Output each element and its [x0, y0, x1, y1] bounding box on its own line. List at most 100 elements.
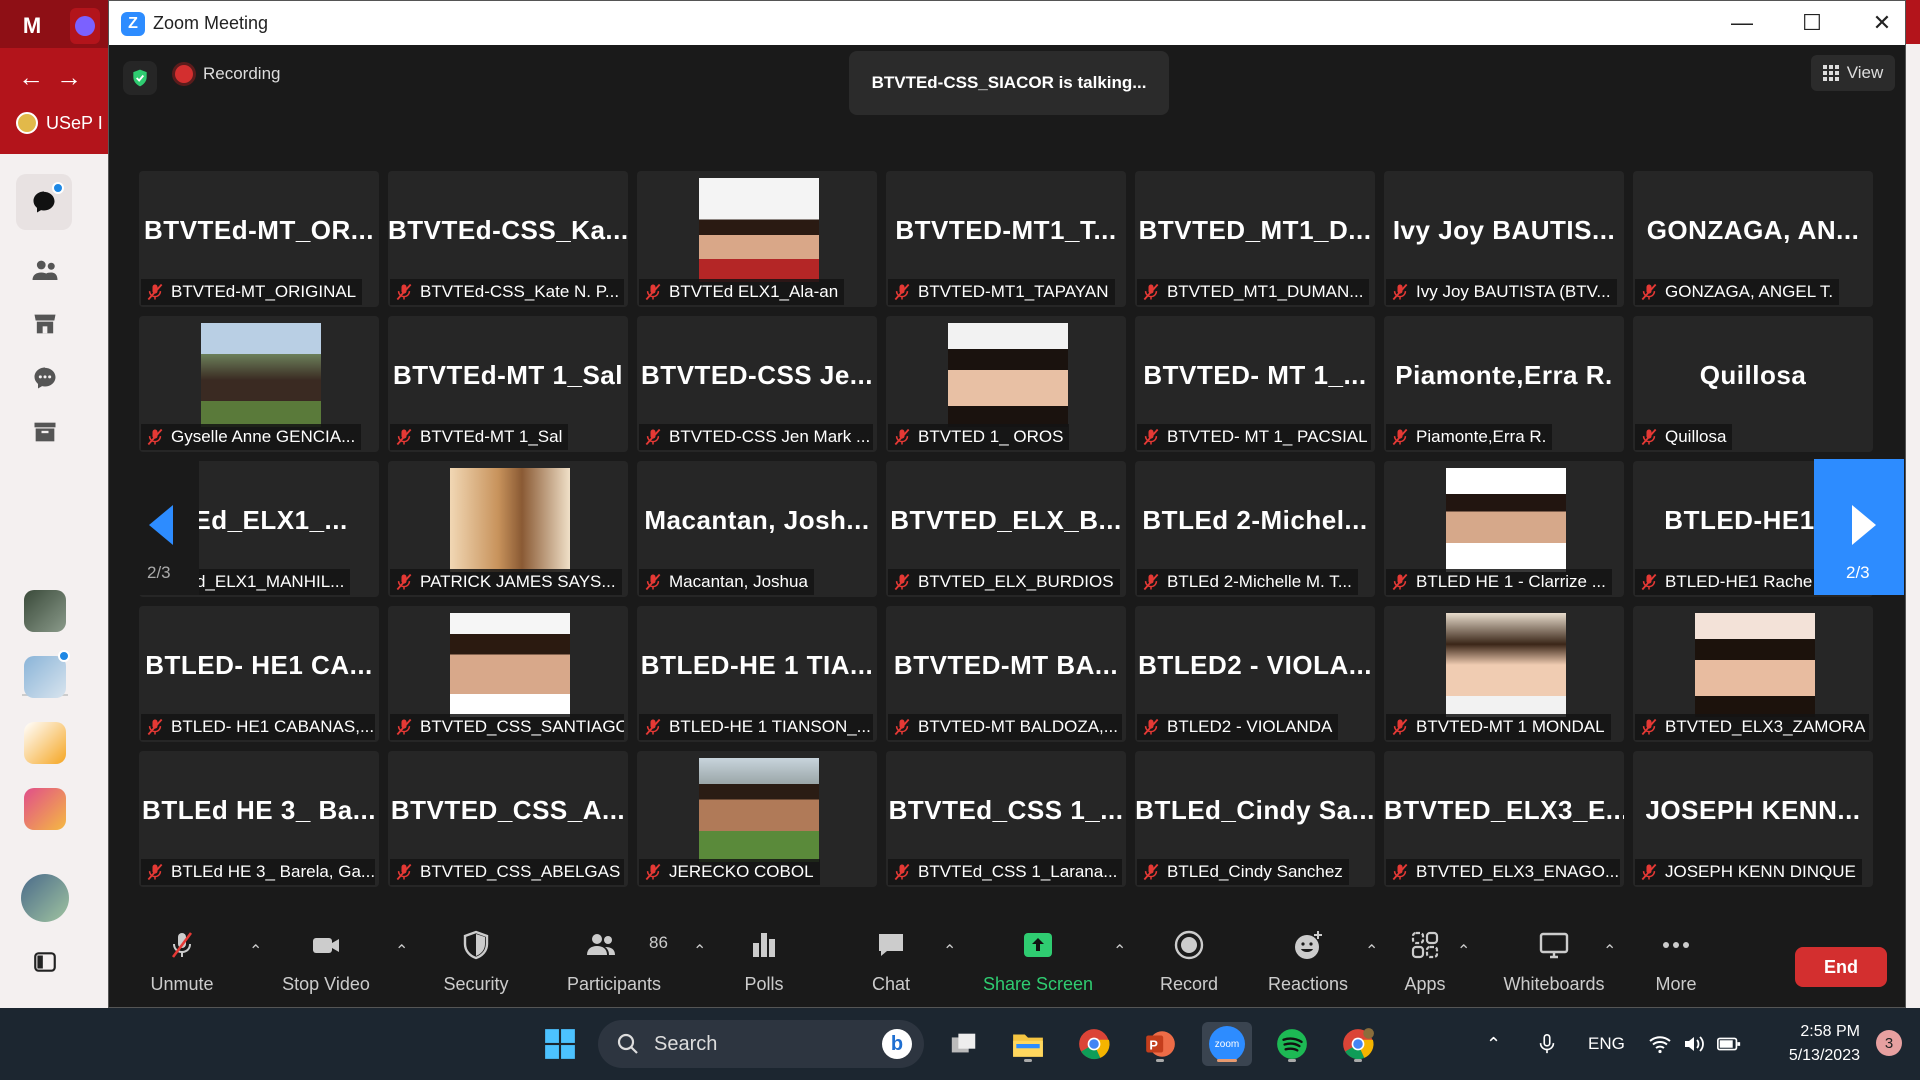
- participant-tile[interactable]: Quillosa Quillosa: [1633, 316, 1873, 452]
- chat-button[interactable]: Chat: [851, 925, 931, 995]
- participant-tile[interactable]: BTVTEd ELX1_Ala-an: [637, 171, 877, 307]
- participant-tile[interactable]: Macantan, Josh... Macantan, Joshua: [637, 461, 877, 597]
- participant-tile[interactable]: BTVTED-MT1_T... BTVTED-MT1_TAPAYAN: [886, 171, 1126, 307]
- chrome-profile-button[interactable]: [1336, 1022, 1380, 1066]
- participant-tile[interactable]: BTVTED_ELX3_E... BTVTED_ELX3_ENAGO...: [1384, 751, 1624, 887]
- participant-tile[interactable]: BTVTEd-CSS_Ka... BTVTEd-CSS_Kate N. P...: [388, 171, 628, 307]
- participant-tile[interactable]: GONZAGA, AN... GONZAGA, ANGEL T.: [1633, 171, 1873, 307]
- back-arrow-icon[interactable]: ←: [18, 62, 44, 93]
- microphone-tray-button[interactable]: [1536, 1008, 1558, 1080]
- participant-tile[interactable]: BTLEd HE 3_ Ba... BTLEd HE 3_ Barela, Ga.…: [139, 751, 379, 887]
- share-options-chevron-icon[interactable]: ⌃: [1113, 941, 1126, 961]
- participant-tile[interactable]: BTVTEd_CSS 1_... BTVTEd_CSS 1_Larana...: [886, 751, 1126, 887]
- maximize-button[interactable]: ☐: [1787, 7, 1837, 39]
- participant-tile[interactable]: BTVTED_ELX3_ZAMORA: [1633, 606, 1873, 742]
- forward-arrow-icon[interactable]: →: [56, 62, 82, 93]
- stop-video-button[interactable]: Stop Video: [261, 925, 391, 995]
- next-page-button[interactable]: 2/3: [1814, 459, 1904, 595]
- participant-tile[interactable]: JOSEPH KENN... JOSEPH KENN DINQUE: [1633, 751, 1873, 887]
- requests-icon[interactable]: [23, 356, 67, 400]
- security-label: Security: [443, 974, 509, 994]
- bing-icon[interactable]: b: [882, 1029, 912, 1059]
- chat-avatar-4[interactable]: [24, 788, 66, 830]
- people-icon[interactable]: [23, 248, 67, 292]
- video-options-chevron-icon[interactable]: ⌃: [395, 941, 408, 961]
- recording-indicator[interactable]: Recording: [175, 64, 281, 84]
- spotify-button[interactable]: [1270, 1022, 1314, 1066]
- chat-avatar-2[interactable]: [24, 650, 70, 698]
- notification-badge[interactable]: 3: [1876, 1030, 1902, 1056]
- zoom-taskbar-button[interactable]: zoom: [1202, 1022, 1252, 1066]
- participant-tile[interactable]: BTVTED_CSS_SANTIAGO: [388, 606, 628, 742]
- participant-tile[interactable]: BTVTED_ELX_B... BTVTED_ELX_BURDIOS: [886, 461, 1126, 597]
- sidebar-toggle-icon[interactable]: [23, 940, 67, 984]
- bookmark-usep[interactable]: USeP I: [16, 112, 103, 134]
- participant-tile[interactable]: BTLEd_Cindy Sa... BTLEd_Cindy Sanchez: [1135, 751, 1375, 887]
- task-view-icon: [951, 1033, 976, 1053]
- previous-page-button[interactable]: 2/3: [139, 459, 199, 595]
- messenger-tab[interactable]: [70, 8, 100, 44]
- minimize-button[interactable]: —: [1717, 7, 1767, 39]
- apps-button[interactable]: Apps: [1385, 925, 1465, 995]
- chat-avatar-3[interactable]: [24, 722, 66, 764]
- chats-icon[interactable]: [16, 174, 72, 230]
- participant-tile[interactable]: JERECKO COBOL: [637, 751, 877, 887]
- system-clock[interactable]: 2:58 PM 5/13/2023: [1770, 1020, 1860, 1068]
- participant-tile[interactable]: BTVTED-MT BA... BTVTED-MT BALDOZA,...: [886, 606, 1126, 742]
- participants-options-chevron-icon[interactable]: ⌃: [693, 941, 706, 961]
- quick-settings-button[interactable]: [1648, 1008, 1742, 1080]
- participant-tile[interactable]: Ivy Joy BAUTIS... Ivy Joy BAUTISTA (BTV..…: [1384, 171, 1624, 307]
- task-view-button[interactable]: [942, 1022, 986, 1066]
- participant-tile[interactable]: BTVTED- MT 1_... BTVTED- MT 1_ PACSIAL: [1135, 316, 1375, 452]
- participant-tile[interactable]: Gyselle Anne GENCIA...: [139, 316, 379, 452]
- participant-tile[interactable]: BTLED- HE1 CA... BTLED- HE1 CABANAS,...: [139, 606, 379, 742]
- chat-avatar-5[interactable]: [21, 874, 69, 922]
- participant-tile[interactable]: BTLED HE 1 - Clarrize ...: [1384, 461, 1624, 597]
- end-meeting-button[interactable]: End: [1795, 947, 1887, 987]
- participant-tile[interactable]: BTLED-HE 1 TIA... BTLED-HE 1 TIANSON_...: [637, 606, 877, 742]
- participant-name-large: BTVTEd_CSS 1_...: [888, 795, 1124, 825]
- participant-tile[interactable]: BTVTED_CSS_A... BTVTED_CSS_ABELGAS: [388, 751, 628, 887]
- language-indicator[interactable]: ENG: [1588, 1008, 1625, 1080]
- participant-tile[interactable]: BTVTED 1_ OROS: [886, 316, 1126, 452]
- apps-options-chevron-icon[interactable]: ⌃: [1457, 941, 1470, 961]
- gmail-tab[interactable]: M: [14, 8, 50, 44]
- reactions-button[interactable]: Reactions: [1253, 925, 1363, 995]
- security-button[interactable]: Security: [421, 925, 531, 995]
- file-explorer-button[interactable]: [1006, 1022, 1050, 1066]
- archive-icon[interactable]: [23, 410, 67, 454]
- close-button[interactable]: ✕: [1857, 7, 1907, 39]
- participants-button[interactable]: 86 Participants: [549, 925, 679, 995]
- participant-tile[interactable]: BTLED2 - VIOLA... BTLED2 - VIOLANDA: [1135, 606, 1375, 742]
- participant-tile[interactable]: BTVTED-CSS Je... BTVTED-CSS Jen Mark ...: [637, 316, 877, 452]
- share-screen-button[interactable]: Share Screen: [971, 925, 1105, 995]
- participant-tile[interactable]: BTVTED-MT 1 MONDAL: [1384, 606, 1624, 742]
- participant-video: [948, 323, 1068, 427]
- marketplace-icon[interactable]: [23, 302, 67, 346]
- polls-button[interactable]: Polls: [719, 925, 809, 995]
- participant-tile[interactable]: BTVTED_MT1_D... BTVTED_MT1_DUMAN...: [1135, 171, 1375, 307]
- whiteboards-button[interactable]: Whiteboards: [1489, 925, 1619, 995]
- view-button[interactable]: View: [1811, 55, 1895, 91]
- more-button[interactable]: More: [1631, 925, 1721, 995]
- chat-avatar-1[interactable]: [24, 590, 66, 632]
- chat-options-chevron-icon[interactable]: ⌃: [943, 941, 956, 961]
- participant-name-large: BTVTED-MT1_T...: [895, 215, 1117, 245]
- record-button[interactable]: Record: [1139, 925, 1239, 995]
- chrome-button[interactable]: [1072, 1022, 1116, 1066]
- whiteboards-options-chevron-icon[interactable]: ⌃: [1603, 941, 1616, 961]
- powerpoint-button[interactable]: P: [1138, 1022, 1182, 1066]
- reactions-options-chevron-icon[interactable]: ⌃: [1365, 941, 1378, 961]
- unmute-button[interactable]: Unmute: [127, 925, 237, 995]
- participant-label: BTVTED_ELX3_ZAMORA: [1635, 714, 1869, 740]
- participant-tile[interactable]: BTVTEd-MT_OR... BTVTEd-MT_ORIGINAL: [139, 171, 379, 307]
- start-button[interactable]: [538, 1022, 582, 1066]
- participant-tile[interactable]: BTVTEd-MT 1_Sal BTVTEd-MT 1_Sal: [388, 316, 628, 452]
- page-indicator-left: 2/3: [147, 563, 171, 582]
- participant-tile[interactable]: BTLEd 2-Michel... BTLEd 2-Michelle M. T..…: [1135, 461, 1375, 597]
- participant-tile[interactable]: PATRICK JAMES SAYS...: [388, 461, 628, 597]
- encryption-shield-button[interactable]: [123, 61, 157, 95]
- taskbar-search[interactable]: Search b: [598, 1020, 924, 1068]
- participant-tile[interactable]: Piamonte,Erra R. Piamonte,Erra R.: [1384, 316, 1624, 452]
- tray-overflow-button[interactable]: ⌃: [1486, 1008, 1501, 1080]
